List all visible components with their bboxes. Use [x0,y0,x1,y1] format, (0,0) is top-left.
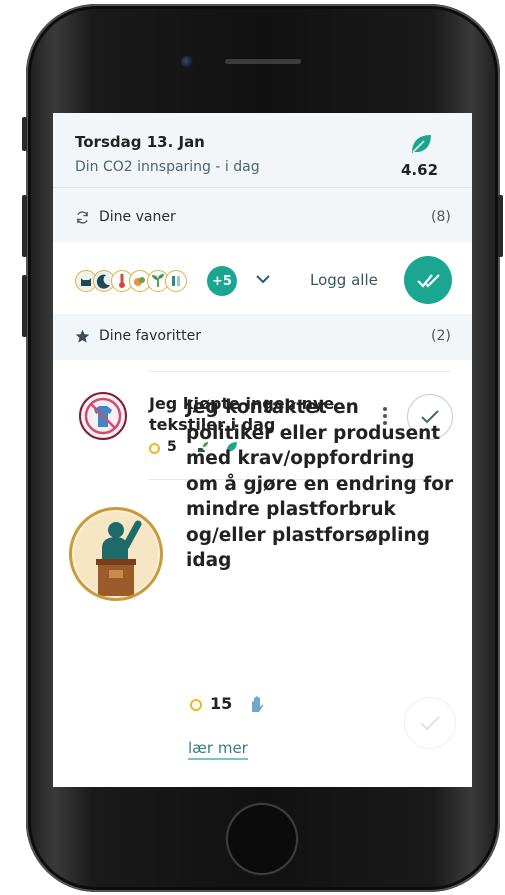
more-habits-badge[interactable]: +5 [207,266,237,296]
favorites-count: (2) [431,328,451,344]
front-camera [181,56,193,68]
divider [148,371,451,372]
app-screen: Torsdag 13. Jan Din CO2 innsparing - i d… [53,113,472,787]
habits-section-title: Dine vaner [99,209,176,225]
co2-value: 4.62 [401,161,439,179]
earpiece-speaker [225,59,301,64]
favorite-title-expanded: Jeg kontaktet en politiker eller produse… [186,397,454,571]
points-coin-icon [149,443,160,454]
favorites-section-title: Dine favoritter [99,328,201,344]
double-check-icon [417,274,440,288]
favorite-points: 5 [167,439,177,455]
star-icon [75,329,90,343]
habit-bottle-icon[interactable] [165,270,187,292]
date-label: Torsdag 13. Jan [75,133,205,151]
volume-up-button [22,195,27,257]
volume-down-button [22,275,27,337]
favorite-points: 15 [210,694,233,713]
log-habit-button[interactable] [404,697,456,749]
home-button[interactable] [226,803,298,875]
leaf-icon [412,135,431,153]
points-coin-icon [190,699,202,711]
co2-savings-label: Din CO2 innsparing - i dag [75,159,260,175]
politician-contact-icon [69,507,163,601]
learn-more-link[interactable]: lær mer [188,739,248,760]
hand-raise-icon [252,696,264,712]
chevron-down-icon[interactable] [255,273,271,285]
log-all-label[interactable]: Logg alle [310,271,378,289]
habits-count: (8) [431,209,451,225]
power-button [498,195,503,257]
log-all-button[interactable] [404,256,452,304]
check-icon [420,716,440,731]
refresh-icon [77,211,88,224]
mute-switch [22,117,27,151]
no-textiles-icon [79,392,127,440]
